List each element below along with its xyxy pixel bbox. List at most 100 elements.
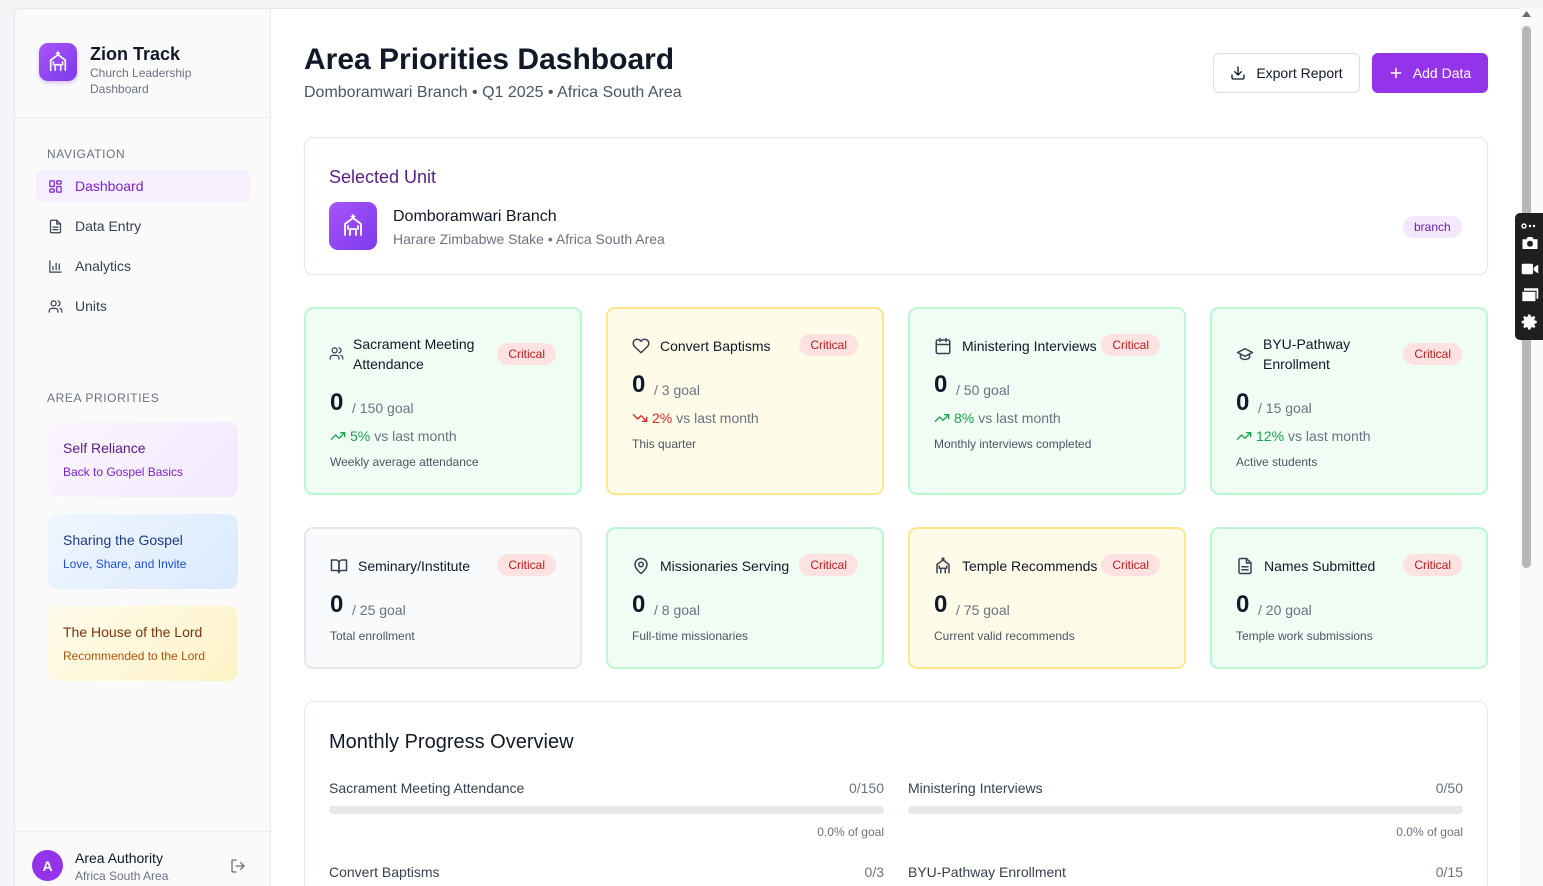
trend-percent: 12% [1256, 428, 1285, 444]
sidebar-divider [15, 117, 270, 118]
nav-item-dashboard[interactable]: Dashboard [36, 170, 250, 202]
sidebar: Zion Track Church Leadership Dashboard N… [15, 9, 271, 886]
priority-house-of-lord[interactable]: The House of the Lord Recommended to the… [48, 606, 238, 681]
metric-title: Names Submitted [1264, 558, 1376, 574]
logout-icon [231, 859, 245, 873]
trend-percent: 2% [652, 410, 673, 426]
monthly-progress-card: Monthly Progress Overview Sacrament Meet… [304, 701, 1488, 886]
church-building-icon [329, 202, 377, 250]
scroll-up-arrow-icon[interactable] [1521, 10, 1532, 18]
metric-card-names-submitted[interactable]: Names Submitted Critical 0 / 20 goal Tem… [1210, 527, 1488, 669]
metric-value: 0 [632, 591, 646, 618]
priority-title: Sharing the Gospel [63, 532, 183, 548]
nav-item-data-entry[interactable]: Data Entry [36, 210, 250, 242]
trending-up-icon [330, 432, 346, 440]
priority-title: Self Reliance [63, 440, 146, 456]
metric-goal: / 20 goal [1258, 602, 1312, 618]
priority-title: The House of the Lord [63, 624, 203, 640]
trending-down-icon [632, 414, 648, 422]
priority-subtitle: Back to Gospel Basics [63, 465, 184, 479]
progress-percent: 0.0% of goal [817, 825, 884, 839]
status-badge: Critical [1403, 343, 1462, 365]
settings-gear-icon[interactable] [1521, 313, 1539, 336]
brand[interactable]: Zion Track Church Leadership Dashboard [39, 43, 210, 97]
brand-subtitle: Church Leadership Dashboard [90, 66, 192, 96]
metric-goal: / 15 goal [1258, 400, 1312, 416]
users-icon [329, 347, 344, 360]
file-text-icon [1238, 557, 1252, 575]
nav-item-analytics[interactable]: Analytics [36, 250, 250, 282]
metric-title: Temple Recommends [962, 558, 1098, 574]
nav-item-label: Data Entry [75, 218, 142, 234]
graduation-cap-icon [1236, 348, 1254, 361]
nav-item-units[interactable]: Units [36, 290, 250, 322]
add-data-button[interactable]: Add Data [1372, 53, 1488, 93]
trend-text: vs last month [374, 428, 457, 444]
metric-goal: / 50 goal [956, 382, 1010, 398]
priority-sharing-gospel[interactable]: Sharing the Gospel Love, Share, and Invi… [48, 514, 238, 589]
metric-title: BYU-Pathway Enrollment [1263, 336, 1351, 372]
metric-card-ministering-interviews[interactable]: Ministering Interviews Critical 0 / 50 g… [908, 307, 1186, 495]
metric-value: 0 [330, 389, 344, 416]
metric-title: Ministering Interviews [962, 338, 1097, 354]
nav-section-label: NAVIGATION [47, 147, 126, 161]
metric-trend: 12% vs last month [1236, 428, 1371, 444]
nav-item-label: Analytics [75, 258, 132, 274]
add-label: Add Data [1412, 65, 1472, 81]
progress-bar [329, 806, 884, 814]
metric-card-missionaries-serving[interactable]: Missionaries Serving Critical 0 / 8 goal… [606, 527, 884, 669]
progress-label: Ministering Interviews [908, 780, 1043, 796]
metric-card-seminary-institute[interactable]: Seminary/Institute Critical 0 / 25 goal … [304, 527, 582, 669]
calendar-icon [935, 337, 951, 355]
nav-item-label: Dashboard [75, 178, 144, 194]
metric-title: Sacrament Meeting Attendance [353, 336, 475, 372]
trend-percent: 5% [350, 428, 371, 444]
progress-label: Convert Baptisms [329, 864, 440, 880]
progress-title: Monthly Progress Overview [329, 731, 574, 753]
camera-icon[interactable] [1521, 235, 1539, 256]
metric-card-byu-pathway[interactable]: BYU-Pathway Enrollment Critical 0 / 15 g… [1210, 307, 1488, 495]
metric-goal: / 75 goal [956, 602, 1010, 618]
status-badge: Critical [799, 554, 858, 576]
unit-type-badge: branch [1403, 216, 1462, 238]
metric-value: 0 [330, 591, 344, 618]
link-icon[interactable] [1521, 217, 1537, 235]
document-icon [49, 219, 62, 233]
status-badge: Critical [1101, 554, 1160, 576]
metric-description: Temple work submissions [1236, 629, 1373, 643]
unit-name: Domboramwari Branch [393, 208, 557, 225]
metric-card-convert-baptisms[interactable]: Convert Baptisms Critical 0 / 3 goal 2% … [606, 307, 884, 495]
plus-icon [1390, 67, 1402, 79]
video-camera-icon[interactable] [1521, 262, 1539, 281]
priority-self-reliance[interactable]: Self Reliance Back to Gospel Basics [48, 422, 238, 497]
export-report-button[interactable]: Export Report [1213, 53, 1360, 93]
app-window: Zion Track Church Leadership Dashboard N… [14, 8, 1520, 886]
sidebar-footer-divider [15, 831, 270, 832]
user-name: Area Authority [75, 850, 163, 866]
progress-value: 0/150 [848, 780, 884, 796]
window-icon[interactable] [1521, 287, 1539, 308]
progress-bar [908, 806, 1463, 814]
metric-value: 0 [1236, 591, 1250, 618]
logout-button[interactable] [230, 858, 246, 879]
metric-card-sacrament-attendance[interactable]: Sacrament Meeting Attendance Critical 0 … [304, 307, 582, 495]
status-badge: Critical [1101, 334, 1160, 356]
metric-goal: / 150 goal [352, 400, 414, 416]
extension-toolbar [1515, 213, 1543, 340]
metric-value: 0 [632, 371, 646, 398]
metric-description: Weekly average attendance [330, 455, 479, 469]
download-icon [1231, 66, 1245, 80]
metric-card-temple-recommends[interactable]: Temple Recommends Critical 0 / 75 goal C… [908, 527, 1186, 669]
metric-description: Monthly interviews completed [934, 437, 1092, 451]
trending-up-icon [934, 414, 950, 422]
metric-trend: 5% vs last month [330, 428, 457, 444]
metric-value: 0 [934, 371, 948, 398]
metric-trend: 2% vs last month [632, 410, 759, 426]
map-pin-icon [634, 557, 648, 575]
progress-value: 0/15 [1435, 864, 1463, 880]
metric-goal: / 3 goal [654, 382, 700, 398]
metric-description: Full-time missionaries [632, 629, 749, 643]
avatar[interactable]: A [32, 850, 63, 881]
users-icon [48, 299, 63, 313]
progress-value: 0/3 [864, 864, 884, 880]
